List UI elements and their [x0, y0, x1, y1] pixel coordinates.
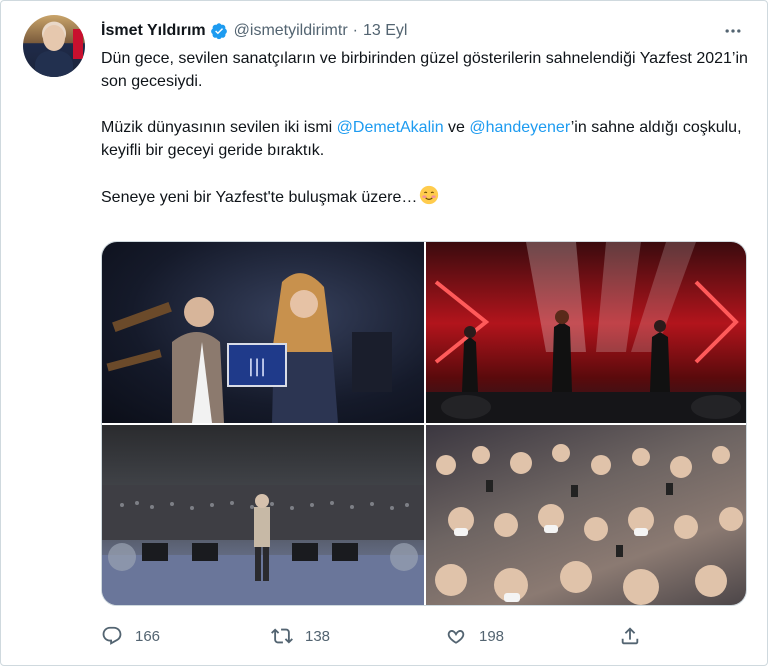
tweet-paragraph-1: Dün gece, sevilen sanatçıların ve birbir…	[101, 50, 748, 90]
tweet-paragraph-2: Müzik dünyasının sevilen iki ismi @Demet…	[101, 116, 751, 162]
mention-handeyener[interactable]: @handeyener	[469, 119, 570, 136]
author-handle[interactable]: @ismetyildirimtr	[234, 22, 348, 40]
stage-performance-photo[interactable]	[426, 242, 746, 423]
mention-demetakalin[interactable]: @DemetAkalin	[337, 119, 444, 136]
author-name[interactable]: İsmet Yıldırım	[101, 22, 206, 40]
tweet-paragraph-3: Seneye yeni bir Yazfest'te buluşmak üzer…	[101, 185, 751, 209]
award-ceremony-illustration: |||	[106, 273, 392, 423]
more-options-icon[interactable]	[721, 19, 745, 43]
para2-prefix: Müzik dünyasının sevilen iki ismi	[101, 119, 337, 136]
tweet-header: İsmet Yıldırım @ismetyildirimtr · 13 Eyl	[101, 19, 747, 43]
share-button[interactable]	[619, 625, 641, 647]
tweet-actions: 166 138 198	[101, 623, 747, 649]
avatar[interactable]	[23, 15, 85, 77]
award-ceremony-photo[interactable]: |||	[102, 242, 424, 423]
avatar-suit	[35, 51, 73, 77]
para3-text: Seneye yeni bir Yazfest'te buluşmak üzer…	[101, 189, 418, 206]
heart-icon	[447, 630, 465, 644]
crowd-illustration	[435, 444, 743, 605]
like-button[interactable]: 198	[445, 625, 504, 647]
separator-dot: ·	[352, 22, 358, 39]
svg-text:|||: |||	[248, 356, 266, 377]
like-count: 198	[479, 627, 505, 645]
retweet-count: 138	[305, 627, 331, 645]
crowd-photo[interactable]	[426, 425, 746, 605]
avatar-face	[43, 25, 65, 51]
retweet-icon	[271, 628, 293, 644]
reply-icon	[102, 626, 122, 645]
retweet-button[interactable]: 138	[271, 625, 330, 647]
stage-audience-view-photo[interactable]	[102, 425, 424, 605]
tweet-card: İsmet Yıldırım @ismetyildirimtr · 13 Eyl…	[0, 0, 768, 666]
smiling-face-icon	[420, 185, 439, 205]
reply-button[interactable]: 166	[101, 625, 160, 647]
para2-mid: ve	[443, 119, 470, 136]
media-grid: |||	[101, 241, 747, 606]
share-icon	[621, 627, 639, 645]
verified-badge-icon	[210, 23, 227, 40]
stage-performance-illustration	[426, 242, 746, 423]
reply-count: 166	[135, 627, 161, 645]
tweet-date[interactable]: 13 Eyl	[363, 22, 407, 40]
tweet-text: Dün gece, sevilen sanatçıların ve birbir…	[101, 47, 751, 209]
stage-audience-illustration	[102, 485, 424, 605]
flag-decoration	[73, 29, 83, 59]
